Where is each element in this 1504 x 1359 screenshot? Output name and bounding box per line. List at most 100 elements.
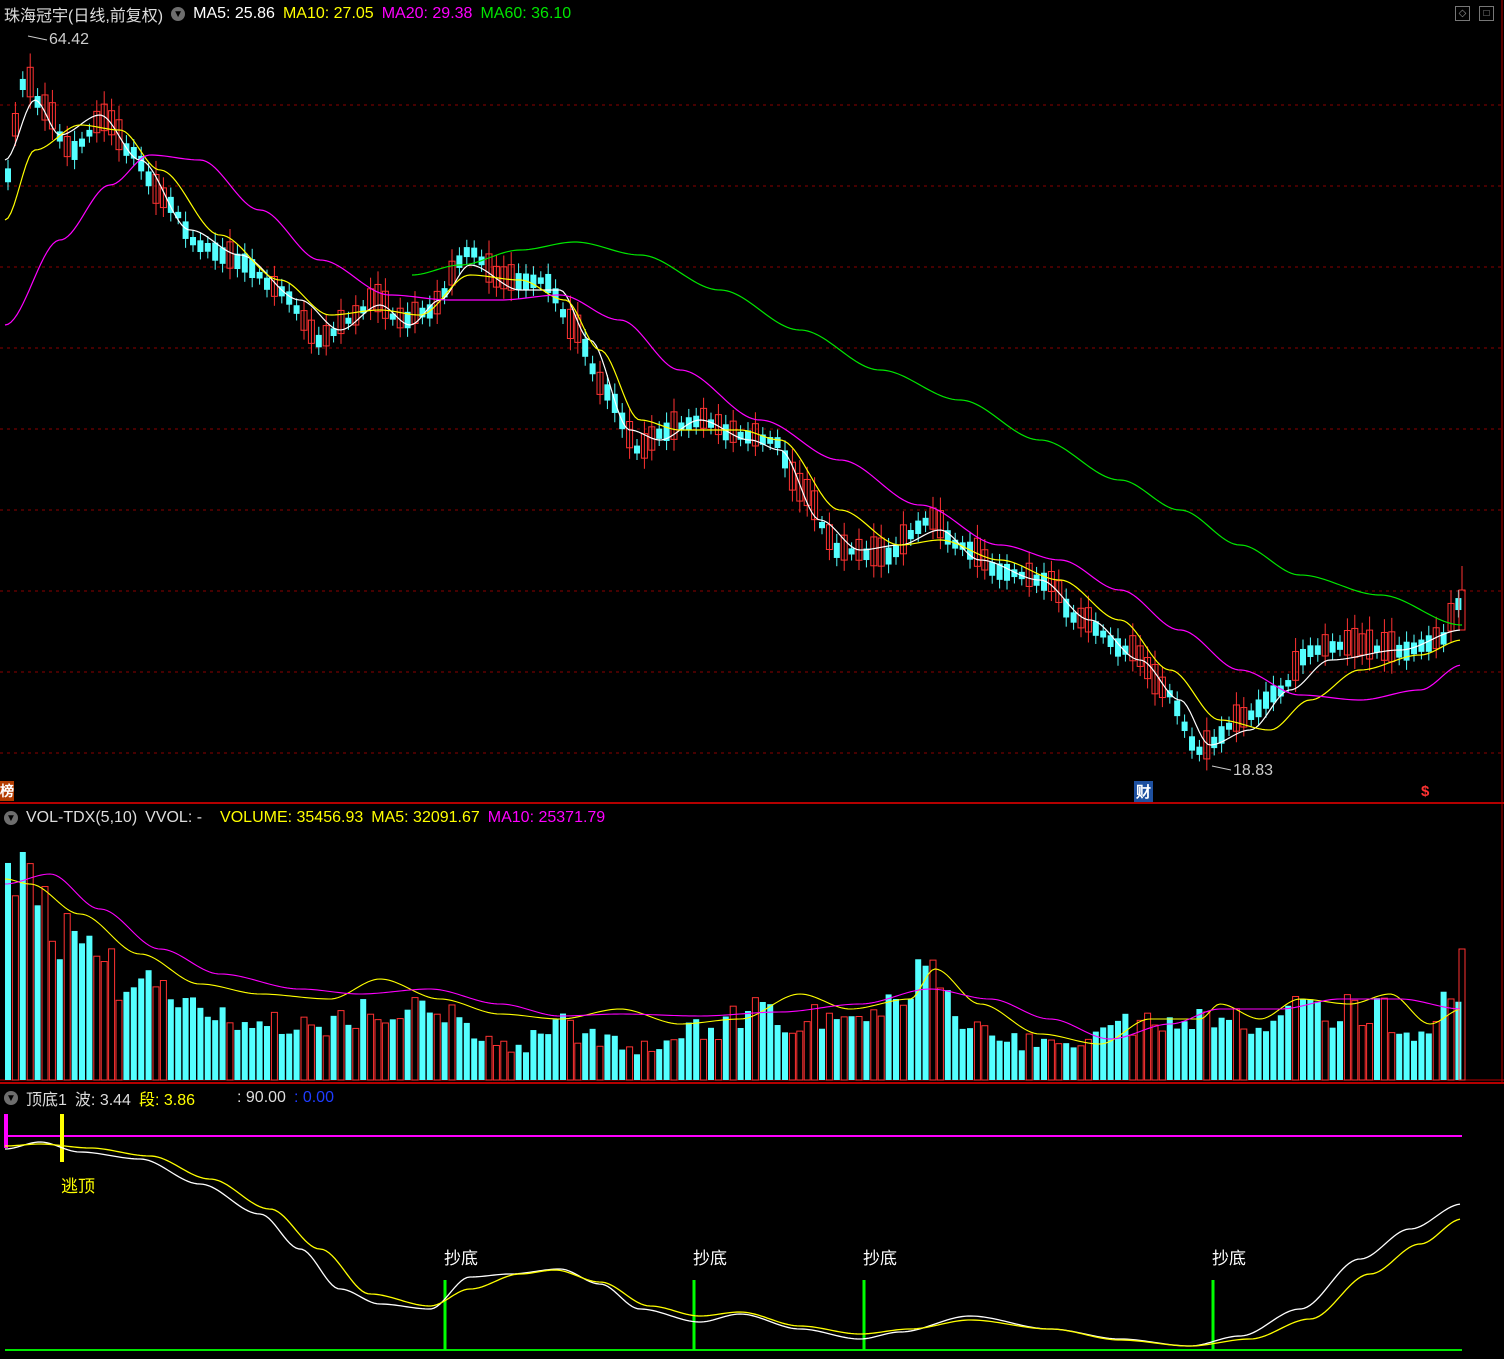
- segment-legend: 段: 3.86: [138, 1092, 195, 1109]
- volume-chart-canvas[interactable]: [0, 804, 1504, 1082]
- volume-bar: [634, 1054, 640, 1080]
- candle-body: [1070, 612, 1077, 623]
- volume-bar: [433, 1013, 441, 1081]
- volume-bar: [589, 1028, 596, 1080]
- candle-body: [1314, 645, 1321, 655]
- volume-bar: [389, 1019, 396, 1080]
- candle-body: [1004, 563, 1010, 581]
- volume-bar: [885, 994, 892, 1080]
- volume-bar: [471, 1038, 478, 1080]
- volume-bar: [190, 997, 196, 1080]
- rank-marker[interactable]: 榜: [0, 781, 14, 801]
- volume-bar: [204, 1016, 211, 1080]
- high-pointer: [27, 35, 48, 41]
- candle-body: [315, 334, 322, 348]
- candle-body: [1300, 648, 1306, 666]
- collapse-icon[interactable]: ▼: [4, 1091, 18, 1105]
- candle-body: [1189, 736, 1195, 751]
- volume-bar: [1041, 1038, 1047, 1080]
- volume-panel[interactable]: ▼ VOL-TDX(5,10) VVOL: - VOLUME: 35456.93…: [0, 804, 1504, 1082]
- volume-bar: [507, 1051, 515, 1081]
- volume-bar: [648, 1050, 656, 1081]
- volume-bar: [515, 1044, 522, 1080]
- volume-bar: [1388, 1032, 1396, 1081]
- volume-bar: [1063, 1043, 1070, 1080]
- indicator-panel[interactable]: ▼ 顶底1 波: 3.44 段: 3.86 : 90.00 : 0.00 逃顶 …: [0, 1084, 1504, 1359]
- volume-bar: [212, 1020, 219, 1080]
- volume-bar: [381, 1022, 389, 1081]
- volume-bar: [286, 1033, 293, 1080]
- volume-bar: [115, 999, 123, 1081]
- volume-bar: [411, 997, 419, 1081]
- low-price-label: 18.83: [1233, 762, 1274, 779]
- candle-body: [1425, 635, 1432, 652]
- volume-bar: [952, 1016, 959, 1080]
- volume-bar: [1203, 1011, 1211, 1081]
- volume-bar: [100, 961, 108, 1081]
- volume-bar: [915, 959, 922, 1080]
- candle-body: [1307, 645, 1314, 657]
- candle-body: [582, 338, 589, 357]
- volume-bar: [877, 1015, 885, 1081]
- ma10-legend: MA10: 27.05: [282, 5, 374, 22]
- volume-bar: [1351, 999, 1359, 1081]
- candle-body: [34, 96, 41, 108]
- ma5-legend: MA5: 25.86: [193, 5, 275, 22]
- volume-bar: [907, 998, 914, 1080]
- volume-bar: [1447, 998, 1455, 1081]
- volume-bar: [26, 863, 34, 1081]
- price-header: 珠海冠宇(日线,前复权) ▼ MA5: 25.86 MA10: 27.05 MA…: [4, 4, 571, 25]
- volume-bar: [1211, 1027, 1218, 1080]
- volume-bar: [803, 1021, 811, 1081]
- volume-bar: [264, 1026, 270, 1080]
- restore-icon[interactable]: □: [1479, 6, 1494, 21]
- price-chart-panel[interactable]: 珠海冠宇(日线,前复权) ▼ MA5: 25.86 MA10: 27.05 MA…: [0, 0, 1504, 803]
- ma10-line: [4, 124, 1461, 731]
- volume-bar: [197, 1007, 204, 1080]
- volume-bar: [1033, 1046, 1040, 1080]
- volume-bar: [1055, 1043, 1063, 1081]
- volume-bar: [71, 930, 78, 1080]
- candle-body: [819, 522, 825, 529]
- volume-bar: [448, 1004, 456, 1081]
- volume-bar: [640, 1040, 648, 1081]
- candle-body: [1263, 691, 1269, 709]
- volume-bar: [500, 1040, 508, 1081]
- candle-body: [656, 428, 663, 439]
- volume-bar: [234, 1029, 241, 1080]
- volume-bar: [708, 1027, 714, 1080]
- volume-bar: [1374, 998, 1380, 1080]
- candle-body: [1248, 710, 1255, 720]
- vvol-value: VVOL: -: [145, 809, 203, 826]
- volume-bar: [1174, 1028, 1181, 1080]
- volume-bar: [11, 895, 19, 1081]
- diamond-icon[interactable]: ◇: [1455, 6, 1470, 21]
- ma20-line: [4, 154, 1461, 701]
- finance-marker[interactable]: 财: [1134, 781, 1154, 802]
- volume-bar: [108, 948, 116, 1081]
- volume-bar: [330, 1015, 337, 1080]
- volume-bar: [159, 980, 167, 1081]
- candle-body: [256, 271, 263, 279]
- indicator-chart-canvas[interactable]: [0, 1084, 1504, 1359]
- volume-bar: [352, 1027, 360, 1081]
- volume-bar: [1307, 999, 1314, 1080]
- stock-title: 珠海冠宇(日线,前复权): [4, 8, 164, 25]
- volume-bar: [492, 1044, 500, 1081]
- volume-bar: [967, 1028, 973, 1080]
- collapse-icon[interactable]: ▼: [4, 811, 18, 825]
- volume-bar: [848, 1016, 855, 1080]
- volume-bar: [93, 955, 101, 1081]
- volume-bar: [1358, 1025, 1366, 1081]
- candle-body: [463, 247, 470, 258]
- price-chart-canvas[interactable]: [0, 0, 1504, 803]
- volume-bar: [729, 1005, 737, 1081]
- volume-bar: [1077, 1045, 1085, 1081]
- volume-bar: [130, 987, 137, 1080]
- dollar-marker[interactable]: $: [1421, 783, 1429, 800]
- candle-body: [604, 384, 611, 401]
- collapse-icon[interactable]: ▼: [171, 7, 186, 21]
- volume-bar: [611, 1035, 618, 1080]
- volume-bar: [574, 1042, 582, 1081]
- volume-bar: [745, 1010, 751, 1080]
